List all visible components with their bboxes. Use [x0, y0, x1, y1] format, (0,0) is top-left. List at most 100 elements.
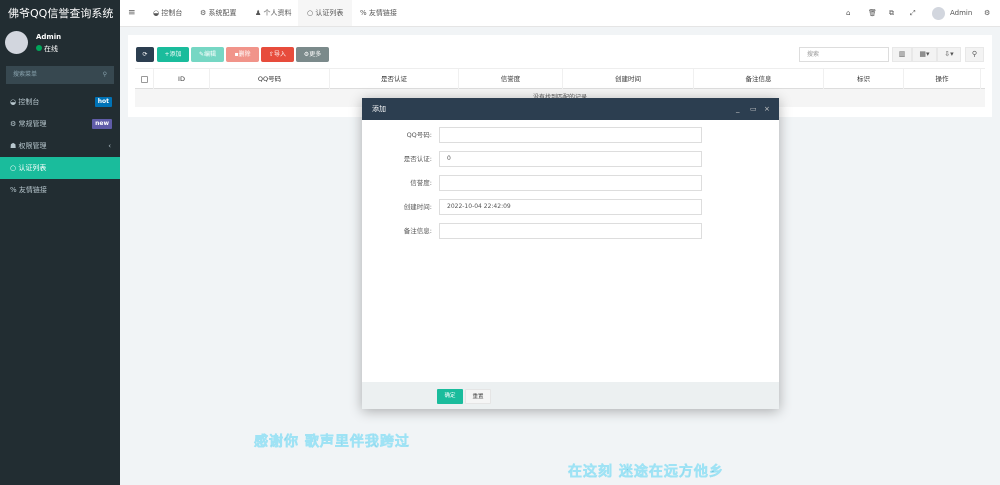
columns-button[interactable]: ▦▾	[912, 47, 937, 62]
tab-label: 友情链接	[368, 9, 397, 17]
avatar[interactable]	[932, 7, 945, 20]
reset-button[interactable]: 重置	[465, 389, 491, 404]
status-text: 在线	[44, 45, 58, 53]
tab-profile[interactable]: ♟ 个人资料	[252, 0, 295, 26]
sidebar-item-dashboard[interactable]: ◒ 控制台 hot	[0, 91, 120, 113]
verified-input[interactable]: 0	[439, 151, 702, 167]
sidebar: 佛爷QQ信誉查询系统 Admin 在线 搜索菜单 ⚲ ◒ 控制台 hot ⚙ 常规管…	[0, 0, 120, 485]
chevron-left-icon: ‹	[108, 142, 111, 150]
gear-icon: ⚙	[200, 9, 209, 17]
sidebar-item-label: 认证列表	[18, 164, 47, 172]
translate-icon[interactable]: ⧉	[889, 0, 894, 26]
export-button[interactable]: ⇩▾	[937, 47, 961, 62]
search-icon: ⚲	[102, 71, 107, 78]
tab-auth-list[interactable]: ○ 认证列表	[298, 0, 353, 26]
table-search-input[interactable]: 搜索	[799, 47, 889, 62]
more-button[interactable]: ⚙更多	[296, 47, 329, 62]
lyric-line-1: 感谢你 歌声里伴我跨过	[254, 434, 410, 451]
delete-button[interactable]: ▪删除	[226, 47, 259, 62]
fullscreen-icon[interactable]: ⤢	[910, 0, 916, 26]
credit-input[interactable]	[439, 175, 702, 191]
menu-toggle-icon[interactable]: ≡	[128, 0, 136, 26]
add-button[interactable]: +添加	[157, 47, 189, 62]
close-icon[interactable]: ×	[764, 98, 770, 120]
tab-dashboard[interactable]: ◒ 控制台	[150, 0, 185, 26]
form-row-created: 创建时间: 2022-10-04 22:42:09	[362, 199, 779, 215]
sidebar-item-auth-list[interactable]: ○ 认证列表	[0, 157, 120, 179]
sidebar-item-label: 控制台	[18, 98, 40, 106]
sidebar-item-permissions[interactable]: ☗ 权限管理 ‹	[0, 135, 120, 157]
field-label: 创建时间:	[403, 203, 432, 211]
user-status: 在线	[36, 44, 58, 54]
user-icon: ♟	[255, 9, 264, 17]
user-panel: Admin 在线	[0, 27, 120, 63]
dialog-title: 添加	[372, 105, 386, 113]
tab-links[interactable]: % 友情链接	[357, 0, 400, 26]
search-icon: ⚲	[971, 50, 978, 58]
tab-system-config[interactable]: ⚙ 系统配置	[197, 0, 240, 26]
tab-label: 个人资料	[263, 9, 292, 17]
tab-label: 系统配置	[208, 9, 237, 17]
add-label: 添加	[169, 51, 182, 58]
online-dot-icon	[36, 45, 42, 51]
hot-badge: hot	[94, 97, 112, 107]
col-created[interactable]: 创建时间	[563, 69, 694, 89]
sidebar-item-label: 友情链接	[18, 186, 47, 194]
col-id[interactable]: ID	[154, 69, 210, 89]
link-icon: %	[10, 186, 19, 194]
edit-button[interactable]: ✎编辑	[191, 47, 224, 62]
add-dialog: 添加 _ ▭ × QQ号码: 是否认证: 0 信誉度: 创建时间: 2022-10-…	[362, 98, 779, 409]
form-row-verified: 是否认证: 0	[362, 151, 779, 167]
maximize-icon[interactable]: ▭	[750, 98, 757, 120]
edit-label: 编辑	[204, 51, 217, 58]
confirm-button[interactable]: 确定	[437, 389, 463, 404]
sidebar-item-label: 权限管理	[18, 142, 47, 150]
search-placeholder: 搜索菜单	[13, 71, 38, 78]
form-row-qq: QQ号码:	[362, 127, 779, 143]
trash-icon[interactable]: 🗑	[868, 0, 877, 26]
menu-search-input[interactable]: 搜索菜单 ⚲	[6, 66, 114, 84]
import-label: 导入	[274, 51, 287, 58]
dialog-footer: 确定 重置	[362, 382, 779, 409]
more-label: 更多	[309, 51, 322, 58]
table-icon: ▥	[898, 50, 906, 58]
form-row-remark: 备注信息:	[362, 223, 779, 239]
user-name: Admin	[36, 33, 62, 41]
sidebar-item-label: 常规管理	[18, 120, 47, 128]
link-icon: %	[360, 9, 369, 17]
sidebar-item-general[interactable]: ⚙ 常规管理 new	[0, 113, 120, 135]
top-nav: ≡ ◒ 控制台 ⚙ 系统配置 ♟ 个人资料 ○ 认证列表 % 友情链接 ⌂ 🗑 …	[120, 0, 1000, 27]
field-label: QQ号码:	[406, 131, 432, 139]
avatar	[5, 31, 28, 54]
import-button[interactable]: ⇧导入	[261, 47, 294, 62]
refresh-button[interactable]: ⟳	[136, 47, 154, 62]
home-icon[interactable]: ⌂	[846, 0, 850, 26]
grid-icon: ▦▾	[919, 50, 930, 58]
cogs-icon: ⚙	[10, 120, 19, 128]
tab-label: 控制台	[161, 9, 183, 17]
col-flag[interactable]: 标识	[824, 69, 904, 89]
delete-label: 删除	[238, 51, 251, 58]
select-all-checkbox[interactable]	[135, 69, 154, 89]
toggle-view-button[interactable]: ▥	[892, 47, 912, 62]
field-label: 备注信息:	[403, 227, 432, 235]
created-time-input[interactable]: 2022-10-04 22:42:09	[439, 199, 702, 215]
col-remark[interactable]: 备注信息	[694, 69, 824, 89]
group-icon: ☗	[10, 142, 19, 150]
qq-input[interactable]	[439, 127, 702, 143]
field-label: 是否认证:	[403, 155, 432, 163]
new-badge: new	[92, 119, 112, 129]
remark-input[interactable]	[439, 223, 702, 239]
col-credit[interactable]: 信誉度	[459, 69, 563, 89]
tab-label: 认证列表	[315, 9, 344, 17]
sidebar-item-links[interactable]: % 友情链接	[0, 179, 120, 201]
col-verified[interactable]: 是否认证	[330, 69, 459, 89]
dialog-header[interactable]: 添加 _ ▭ ×	[362, 98, 779, 120]
settings-icon[interactable]: ⚙	[984, 0, 990, 26]
col-qq[interactable]: QQ号码	[210, 69, 330, 89]
minimize-icon[interactable]: _	[736, 98, 740, 120]
col-actions[interactable]: 操作	[904, 69, 981, 89]
top-user-name[interactable]: Admin	[950, 0, 972, 26]
advanced-search-button[interactable]: ⚲	[965, 47, 984, 62]
app-title: 佛爷QQ信誉查询系统	[0, 0, 120, 27]
